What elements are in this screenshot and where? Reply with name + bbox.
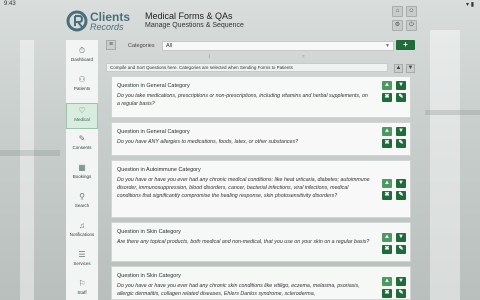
question-card: Question in General Category Do you take… <box>111 76 411 118</box>
sidebar-item-patients[interactable]: ⚇ Patients <box>66 73 98 99</box>
question-category: Question in Skin Category <box>117 229 181 235</box>
question-text: Do you have ANY allergies to medications… <box>117 139 299 145</box>
heart-icon: ♡ <box>78 106 86 115</box>
question-card: Question in Skin Category Are there any … <box>111 222 411 262</box>
sidebar-item-medical[interactable]: ♡ Medical <box>66 103 98 129</box>
main-panel: ≡ Categories All ▼ + ⌇ ≈ Compile and Sor… <box>104 36 418 300</box>
filter-bar: ≡ Categories All ▼ + <box>104 40 418 54</box>
chevron-down-icon: ▼ <box>385 43 390 49</box>
menu-icon[interactable]: ≡ <box>106 40 116 50</box>
question-category: Question in Skin Category <box>117 273 181 279</box>
question-category: Question in General Category <box>117 83 190 89</box>
move-down-button[interactable]: ▼ <box>396 127 406 136</box>
sidebar-item-label: Notifications <box>69 232 95 237</box>
delete-button[interactable]: ✖ <box>382 93 392 102</box>
question-text: Do you have or have you ever had any chr… <box>117 177 370 199</box>
edit-button[interactable]: ✎ <box>396 191 406 200</box>
sidebar-item-bookings[interactable]: ▦ Bookings <box>66 161 98 187</box>
logo-line1: Clients <box>90 9 131 24</box>
info-bar: Compile and Sort Questions here. Categor… <box>106 63 388 72</box>
sidebar-item-staff[interactable]: ⚐ Staff <box>66 277 98 300</box>
dashboard-icon: ⏱ <box>78 46 86 55</box>
page-header: Medical Forms & QAs Manage Questions & S… <box>145 11 244 29</box>
sidebar-item-label: Consents <box>72 145 92 150</box>
background-decor <box>0 150 60 156</box>
move-up-button[interactable]: ▲ <box>382 179 392 188</box>
sidebar-item-label: Dashboard <box>70 57 93 62</box>
settings-icon[interactable]: ⚙ <box>392 20 403 31</box>
logout-icon[interactable]: ⏻ <box>406 20 417 31</box>
status-time: 9:43 <box>4 1 16 7</box>
sidebar-item-notifications[interactable]: ♫ Notifications <box>66 219 98 245</box>
edit-button[interactable]: ✎ <box>396 93 406 102</box>
move-down-button[interactable]: ▼ <box>396 81 406 90</box>
sidebar-item-dashboard[interactable]: ⏱ Dashboard <box>66 44 98 70</box>
move-down-button[interactable]: ▼ <box>396 179 406 188</box>
sidebar-item-label: Search <box>74 203 90 208</box>
sidebar-item-search[interactable]: ⚲ Search <box>66 190 98 216</box>
question-card: Question in General Category Do you have… <box>111 122 411 156</box>
staff-icon: ⚐ <box>78 279 86 288</box>
logo-mark-icon <box>66 10 88 32</box>
search-icon: ⚲ <box>79 192 85 201</box>
move-up-button[interactable]: ▲ <box>382 81 392 90</box>
sidebar: ⏱ Dashboard ⚇ Patients ♡ Medical ✎ Conse… <box>66 40 98 300</box>
move-up-button[interactable]: ▲ <box>382 127 392 136</box>
notifications-icon: ♫ <box>79 221 85 230</box>
category-select-value: All <box>166 43 173 49</box>
background-decor <box>430 30 460 300</box>
add-question-button[interactable]: + <box>396 40 415 50</box>
background-decor <box>20 40 34 300</box>
user-icon[interactable]: ☺ <box>406 6 417 17</box>
question-category: Question in Autoimmune Category <box>117 167 201 173</box>
sidebar-item-consents[interactable]: ✎ Consents <box>66 132 98 158</box>
delete-button[interactable]: ✖ <box>382 139 392 148</box>
sort-up-button[interactable]: ▲ <box>394 64 403 73</box>
sidebar-item-label: Patients <box>73 86 91 91</box>
question-category: Question in General Category <box>117 129 190 135</box>
sidebar-item-label: Bookings <box>72 174 92 179</box>
consents-icon: ✎ <box>78 134 86 143</box>
move-down-button[interactable]: ▼ <box>396 233 406 242</box>
question-text: Do you take medications, prescriptions o… <box>117 93 368 107</box>
question-text: Do you have or have you ever had any chr… <box>117 283 360 297</box>
category-select[interactable]: All ▼ <box>162 41 394 51</box>
patients-icon: ⚇ <box>78 75 86 84</box>
question-card: Question in Autoimmune Category Do you h… <box>111 160 411 218</box>
page-subtitle: Manage Questions & Sequence <box>145 22 244 29</box>
calendar-icon: ▦ <box>78 163 86 172</box>
categories-label: Categories <box>128 43 155 49</box>
delete-button[interactable]: ✖ <box>382 245 392 254</box>
services-icon: ☰ <box>78 250 86 259</box>
app-logo: Clients Records <box>66 7 138 35</box>
question-text: Are there any topical products, both med… <box>117 239 370 245</box>
sort-down-button[interactable]: ▼ <box>406 64 415 73</box>
sketch-mark-icon: ≈ <box>302 54 305 60</box>
question-card: Question in Skin Category Do you have or… <box>111 266 411 300</box>
page-title: Medical Forms & QAs <box>145 11 233 21</box>
status-icons: ▾ ▮ <box>466 2 474 8</box>
sidebar-item-label: Staff <box>77 290 87 295</box>
edit-button[interactable]: ✎ <box>396 289 406 298</box>
delete-button[interactable]: ✖ <box>382 289 392 298</box>
logo-line2: Records <box>90 21 124 32</box>
sidebar-item-services[interactable]: ☰ Services <box>66 248 98 274</box>
sidebar-item-label: Medical <box>74 117 90 122</box>
background-decor <box>425 110 480 115</box>
edit-button[interactable]: ✎ <box>396 245 406 254</box>
move-up-button[interactable]: ▲ <box>382 277 392 286</box>
home-icon[interactable]: ⌂ <box>392 6 403 17</box>
delete-button[interactable]: ✖ <box>382 191 392 200</box>
sketch-mark-icon: ⌇ <box>208 54 211 60</box>
sidebar-item-label: Services <box>73 261 91 266</box>
move-up-button[interactable]: ▲ <box>382 233 392 242</box>
edit-button[interactable]: ✎ <box>396 139 406 148</box>
move-down-button[interactable]: ▼ <box>396 277 406 286</box>
